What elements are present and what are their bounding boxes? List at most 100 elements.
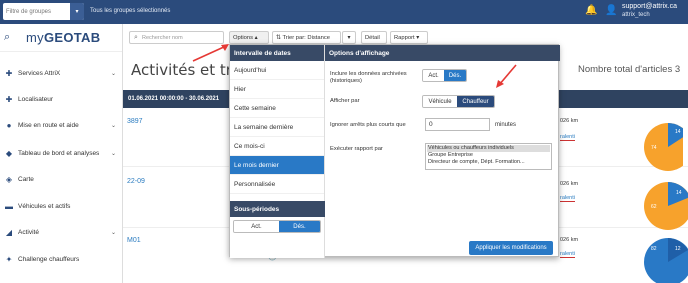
sort-label: Trier par: Distance: [282, 34, 330, 41]
archived-label: Inclure les données archivées (historiqu…: [330, 71, 407, 84]
puzzle-icon: ✚: [5, 94, 13, 104]
sort-button[interactable]: ⇅ Trier par: Distance: [272, 31, 341, 44]
date-option-custom[interactable]: Personnalisée: [230, 175, 324, 194]
sidebar-item-services[interactable]: ✚ Services AttriX ⌄: [0, 64, 123, 82]
sort-dropdown-button[interactable]: ▾: [342, 31, 356, 44]
run-report-label: Exécuter rapport par: [330, 146, 383, 152]
display-options-header: Options d'affichage: [325, 45, 560, 61]
pie-label: 62: [651, 204, 657, 210]
row-id[interactable]: 3897: [127, 118, 143, 125]
row-ralenti[interactable]: ralenti: [560, 251, 575, 258]
sidebar-item-label: Localisateur: [18, 95, 54, 103]
search-placeholder: Rechercher nom: [142, 34, 183, 41]
report-button[interactable]: Rapport ▾: [390, 31, 428, 44]
chevron-up-icon: ▴: [254, 34, 258, 41]
row-km: 026 km: [560, 118, 579, 124]
run-report-option[interactable]: Véhicules ou chauffeurs individuels: [427, 145, 550, 152]
arrow-line: [192, 45, 227, 62]
run-report-listbox[interactable]: Véhicules ou chauffeurs individuels Grou…: [425, 143, 552, 170]
pie-label: 82: [651, 246, 657, 252]
pie-label: 14: [675, 129, 681, 135]
sidebar-item-mise-en-route[interactable]: ● Mise en route et aide ⌄: [0, 116, 123, 134]
pie-chart: 74 14: [644, 123, 683, 171]
run-report-option[interactable]: Directeur de compte, Dépt. Formation...: [427, 159, 550, 166]
pie-label: 14: [676, 190, 682, 196]
chevron-down-icon[interactable]: ▾: [70, 3, 84, 20]
ignore-stops-label: Ignorer arrêts plus courts que: [330, 122, 406, 128]
options-button[interactable]: Options ▴: [229, 31, 269, 44]
apply-changes-button[interactable]: Appliquer les modifications: [469, 241, 553, 255]
date-option-last-month[interactable]: Le mois dernier: [230, 156, 324, 175]
pie-chart: 14 62: [644, 182, 688, 230]
subperiods-header: Sous-périodes: [230, 201, 325, 217]
subperiods-toggle[interactable]: Act. Dés.: [233, 220, 321, 233]
sidebar-item-vehicules[interactable]: ▬ Véhicules et actifs: [0, 197, 123, 215]
archived-des-button[interactable]: Dés.: [444, 70, 466, 81]
row-ralenti[interactable]: ralenti: [560, 134, 575, 141]
display-by-vehicle-button[interactable]: Véhicule: [423, 96, 458, 107]
user-icon[interactable]: 👤: [605, 5, 617, 16]
display-by-driver-button[interactable]: Chauffeur: [457, 96, 494, 107]
detail-button[interactable]: Détail: [361, 31, 387, 44]
group-filter[interactable]: Filtre de groupes ▾: [3, 3, 84, 20]
display-by-label: Afficher par: [330, 98, 360, 104]
date-option-this-month[interactable]: Ce mois-ci: [230, 137, 324, 156]
date-range-header: Intervalle de dates: [230, 45, 324, 61]
sidebar-item-activite[interactable]: ◢ Activité ⌄: [0, 223, 123, 241]
chevron-down-icon: ⌄: [111, 229, 117, 236]
subperiods-act-button[interactable]: Act.: [234, 221, 279, 232]
sidebar-item-label: Activité: [18, 228, 39, 236]
date-option-this-week[interactable]: Cette semaine: [230, 99, 324, 118]
date-option-today[interactable]: Aujourd'hui: [230, 61, 324, 80]
truck-icon: ▬: [5, 201, 13, 211]
trophy-icon: ✦: [5, 254, 13, 264]
search-icon[interactable]: ⌕: [4, 31, 18, 44]
dashboard-icon: ◆: [5, 148, 13, 158]
archived-toggle[interactable]: Act. Dés.: [422, 69, 467, 82]
user-name: attrix_tech: [622, 12, 650, 18]
date-range: 01.06.2021 00:00:00 - 30.06.2021: [128, 96, 220, 102]
run-report-option[interactable]: Groupe Entreprise: [427, 152, 550, 159]
chevron-down-icon: ▾: [416, 34, 420, 41]
search-icon: ⌕: [134, 33, 138, 41]
date-option-yesterday[interactable]: Hier: [230, 80, 324, 99]
groups-selected-text: Tous les groupes sélectionnés: [90, 8, 171, 14]
sidebar-item-label: Carte: [18, 175, 34, 183]
subperiods-des-button[interactable]: Dés.: [278, 221, 320, 232]
display-by-toggle[interactable]: Véhicule Chauffeur: [422, 95, 495, 108]
sidebar-item-tableau-de-bord[interactable]: ◆ Tableau de bord et analyses ⌄: [0, 144, 123, 162]
row-ralenti[interactable]: ralenti: [560, 195, 575, 202]
logo: myGEOTAB: [18, 30, 100, 45]
puzzle-icon: ✚: [5, 68, 13, 78]
row-id[interactable]: 22-09: [127, 178, 145, 185]
detail-label: Détail: [365, 34, 380, 41]
annotation-arrow-driver: [496, 64, 517, 88]
sidebar-item-label: Challenge chauffeurs: [18, 255, 80, 263]
pie-label: 12: [675, 246, 681, 252]
chevron-down-icon: ⌄: [111, 122, 117, 129]
ignore-stops-unit: minutes: [495, 122, 517, 128]
logo-my: my: [26, 30, 44, 45]
ignore-stops-input[interactable]: 0: [425, 118, 490, 131]
sidebar-item-challenge[interactable]: ✦ Challenge chauffeurs: [0, 250, 123, 268]
date-option-last-week[interactable]: La semaine dernière: [230, 118, 324, 137]
sidebar-item-carte[interactable]: ◈ Carte: [0, 170, 123, 188]
activity-icon: ◢: [5, 227, 13, 237]
user-email[interactable]: support@attrix.ca: [622, 3, 677, 10]
arrow-line: [498, 64, 517, 86]
row-km: 026 km: [560, 181, 579, 187]
sidebar: ⌕ myGEOTAB ✚ Services AttriX ⌄ ✚ Localis…: [0, 24, 123, 283]
sidebar-item-label: Véhicules et actifs: [18, 202, 71, 210]
top-bar: Filtre de groupes ▾ Tous les groupes sél…: [0, 0, 688, 24]
sidebar-item-label: Services AttriX: [18, 69, 61, 77]
pie-chart: 82 12: [644, 238, 688, 283]
map-icon: ◈: [5, 174, 13, 184]
row-id[interactable]: M01: [127, 237, 141, 244]
archived-act-button[interactable]: Act.: [423, 70, 445, 81]
sidebar-item-localisateur[interactable]: ✚ Localisateur: [0, 90, 123, 108]
date-range-column: Intervalle de dates Aujourd'hui Hier Cet…: [230, 45, 325, 258]
sidebar-item-label: Tableau de bord et analyses: [18, 149, 100, 157]
chevron-down-icon: ▾: [347, 34, 351, 41]
total-count: Nombre total d'articles 3: [578, 64, 681, 75]
bell-icon[interactable]: 🔔: [585, 5, 597, 16]
